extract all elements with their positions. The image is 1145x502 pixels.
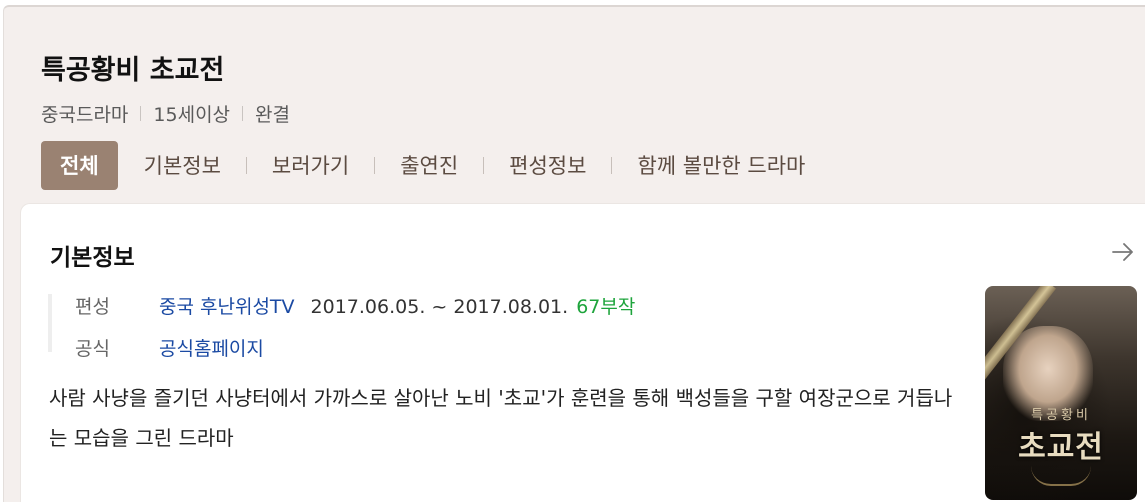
official-homepage-link[interactable]: 공식홈페이지 (159, 334, 264, 361)
tab-divider (374, 156, 376, 174)
basic-info-card: 기본정보 편성 중국 후난위성TV 2017.06.05. ~ 2017.08.… (20, 203, 1145, 502)
broadcast-period: 2017.06.05. ~ 2017.08.01. (310, 296, 569, 318)
tab-divider (483, 156, 485, 174)
tab-divider (611, 156, 613, 174)
meta-divider (140, 105, 142, 121)
tab-divider (245, 156, 247, 174)
official-label: 공식 (75, 338, 110, 360)
page-title: 특공황비 초교전 (41, 55, 225, 86)
tab-recommended[interactable]: 함께 볼만한 드라마 (637, 141, 805, 189)
tab-all[interactable]: 전체 (41, 140, 118, 190)
broadcast-row: 편성 중국 후난위성TV 2017.06.05. ~ 2017.08.01. 6… (75, 292, 635, 319)
info-accent-bar (48, 294, 52, 352)
poster-subtitle: 특공황비 (1031, 408, 1091, 423)
tab-basic-info[interactable]: 기본정보 (144, 141, 221, 189)
drama-meta: 중국드라마 15세이상 완결 (41, 100, 290, 126)
tab-watch[interactable]: 보러가기 (272, 141, 349, 189)
poster-image[interactable]: 특공황비 초교전 (985, 286, 1137, 500)
episode-count: 67부작 (576, 296, 636, 318)
tab-schedule[interactable]: 편성정보 (509, 141, 586, 189)
official-row: 공식 공식홈페이지 (75, 334, 264, 361)
section-title: 기본정보 (50, 245, 135, 271)
meta-rating: 15세이상 (153, 103, 231, 126)
broadcast-label: 편성 (75, 296, 110, 318)
tab-cast[interactable]: 출연진 (400, 141, 458, 189)
arrow-right-icon[interactable] (1111, 240, 1135, 264)
meta-status: 완결 (255, 103, 290, 126)
channel-link[interactable]: 중국 후난위성TV (159, 292, 295, 319)
meta-divider (242, 105, 244, 121)
meta-country: 중국드라마 (41, 103, 129, 126)
tab-bar: 전체 기본정보 보러가기 출연진 편성정보 함께 볼만한 드라마 (41, 140, 805, 190)
synopsis: 사람 사냥을 즐기던 사냥터에서 가까스로 살아난 노비 '초교'가 훈련을 통… (49, 386, 953, 450)
poster-title: 초교전 (1018, 430, 1104, 465)
